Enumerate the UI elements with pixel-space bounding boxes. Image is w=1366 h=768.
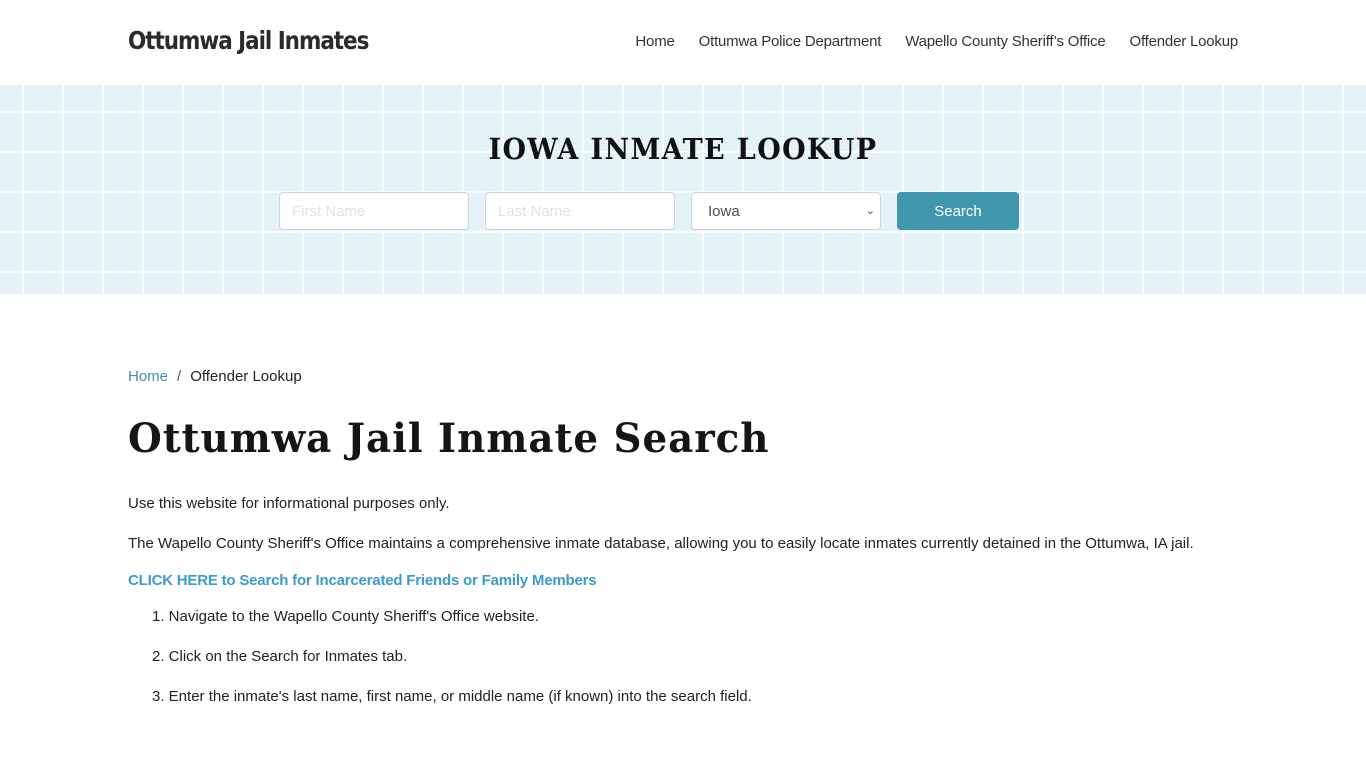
nav-wapello-sheriff[interactable]: Wapello County Sheriff’s Office (905, 33, 1105, 50)
step-item: 1. Navigate to the Wapello County Sherif… (152, 608, 539, 625)
breadcrumb-separator: / (177, 368, 182, 385)
state-select[interactable]: Iowa (691, 192, 881, 230)
page-title: Ottumwa Jail Inmate Search (128, 415, 770, 462)
breadcrumb-home[interactable]: Home (128, 368, 168, 385)
inmate-lookup-hero: IOWA INMATE LOOKUP Iowa ⌄ Search (0, 85, 1366, 294)
steps-list: 1. Navigate to the Wapello County Sherif… (128, 605, 1238, 709)
main-nav: Home Ottumwa Police Department Wapello C… (635, 33, 1238, 50)
site-logo[interactable]: Ottumwa Jail Inmates (128, 26, 369, 55)
nav-offender-lookup[interactable]: Offender Lookup (1130, 33, 1239, 50)
main-content: Home / Offender Lookup Ottumwa Jail Inma… (128, 368, 1238, 725)
breadcrumb: Home / Offender Lookup (128, 368, 1238, 385)
inmate-search-form: Iowa ⌄ Search (279, 192, 1019, 230)
intro-text: The Wapello County Sheriff's Office main… (128, 535, 1194, 552)
disclaimer-text: Use this website for informational purpo… (128, 495, 450, 512)
nav-home[interactable]: Home (635, 33, 674, 50)
step-item: 2. Click on the Search for Inmates tab. (152, 648, 408, 665)
first-name-input[interactable] (279, 192, 469, 230)
step-item: 3. Enter the inmate's last name, first n… (152, 688, 752, 705)
search-button[interactable]: Search (897, 192, 1019, 230)
site-header: Ottumwa Jail Inmates Home Ottumwa Police… (0, 0, 1366, 85)
hero-title: IOWA INMATE LOOKUP (488, 132, 878, 166)
search-cta-link[interactable]: CLICK HERE to Search for Incarcerated Fr… (128, 572, 1238, 589)
last-name-input[interactable] (485, 192, 675, 230)
breadcrumb-current: Offender Lookup (190, 368, 302, 385)
nav-ottumwa-police[interactable]: Ottumwa Police Department (699, 33, 882, 50)
state-select-wrapper: Iowa ⌄ (691, 192, 881, 230)
